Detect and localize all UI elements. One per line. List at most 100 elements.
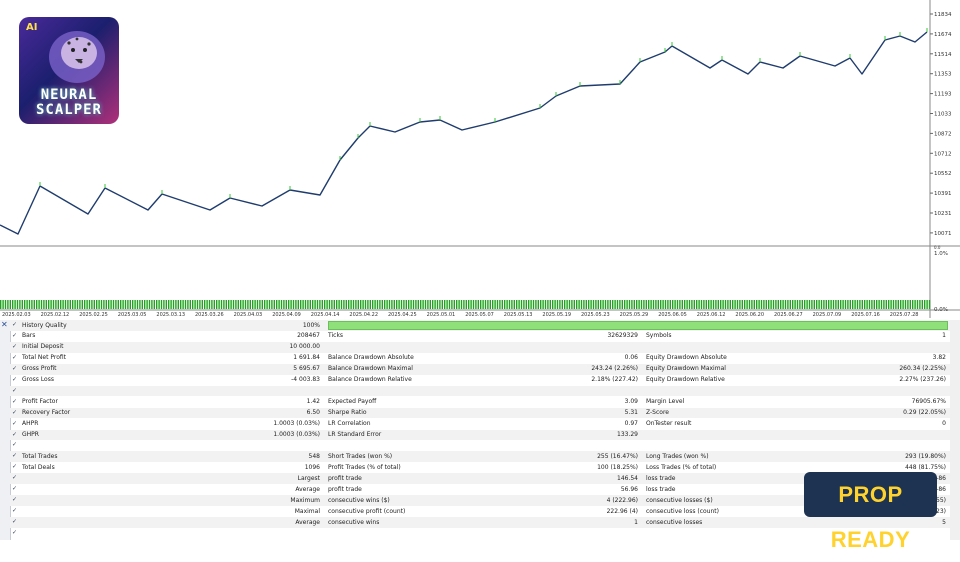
deposit-load-bar xyxy=(124,300,127,309)
deposit-load-bar xyxy=(849,300,851,309)
row-label-1: Gross Loss xyxy=(22,376,54,384)
deposit-load-bar xyxy=(854,300,856,309)
deposit-load-bar xyxy=(631,300,633,309)
deposit-load-bar xyxy=(86,300,88,309)
row-label-2: Balance Drawdown Absolute xyxy=(328,354,414,362)
deposit-load-bar xyxy=(96,300,98,309)
deposit-load-bar xyxy=(417,300,419,309)
scrollbar[interactable] xyxy=(950,320,960,540)
deposit-load-bar xyxy=(175,300,177,309)
row-label-2: consecutive wins xyxy=(328,518,380,526)
deposit-load-bar xyxy=(148,300,151,309)
deposit-load-bar xyxy=(381,300,383,309)
deposit-load-bar xyxy=(160,300,163,309)
deposit-load-bar xyxy=(612,300,614,309)
report-row: ✓ Gross Loss -4 003.83 Balance Drawdown Rel… xyxy=(10,375,950,386)
deposit-load-bar xyxy=(31,300,33,309)
deposit-load-bar xyxy=(559,300,561,309)
deposit-load-bar xyxy=(415,300,417,309)
deposit-load-bar xyxy=(177,300,179,309)
deposit-load-bar xyxy=(240,300,242,309)
deposit-load-bar xyxy=(163,300,165,309)
deposit-load-bar xyxy=(412,300,415,309)
close-icon[interactable]: ✕ xyxy=(1,320,8,329)
deposit-load-bar xyxy=(216,300,218,309)
deposit-load-bar xyxy=(876,300,878,309)
deposit-load-bar xyxy=(436,300,439,309)
row-label-3: Loss Trades (% of total) xyxy=(646,463,717,471)
deposit-load-bar xyxy=(828,300,830,309)
deposit-load-bar xyxy=(244,300,247,309)
deposit-load-bar xyxy=(756,300,758,309)
deposit-load-bar xyxy=(28,300,31,309)
row-value-2: 146.54 xyxy=(617,474,638,482)
deposit-load-bar xyxy=(523,300,525,309)
deposit-load-bar xyxy=(50,300,52,309)
deposit-load-bar xyxy=(518,300,520,309)
deposit-load-bar xyxy=(638,300,640,309)
deposit-load-bar xyxy=(818,300,820,309)
row-label-3: loss trade xyxy=(646,474,676,482)
deposit-load-bar xyxy=(811,300,813,309)
deposit-load-bar xyxy=(926,300,928,309)
deposit-load-bar xyxy=(856,300,859,309)
deposit-load-bar xyxy=(4,300,7,309)
deposit-load-bar xyxy=(686,300,688,309)
deposit-load-bar xyxy=(24,300,26,309)
deposit-load-bar xyxy=(616,300,619,309)
deposit-load-bar xyxy=(866,300,868,309)
row-label-2: consecutive profit (count) xyxy=(328,507,406,515)
deposit-load-bar xyxy=(40,300,43,309)
deposit-load-bar xyxy=(285,300,287,309)
row-label-3: Symbols xyxy=(646,332,672,340)
deposit-load-bar xyxy=(16,300,19,309)
deposit-load-bar xyxy=(724,300,727,309)
deposit-load-bar xyxy=(472,300,475,309)
deposit-load-bar xyxy=(568,300,571,309)
deposit-load-bar xyxy=(192,300,194,309)
deposit-load-bar xyxy=(266,300,268,309)
deposit-load-bar xyxy=(151,300,153,309)
deposit-load-bar xyxy=(36,300,38,309)
deposit-load-bar xyxy=(820,300,823,309)
deposit-load-bar xyxy=(367,300,369,309)
deposit-load-bar xyxy=(470,300,472,309)
deposit-load-bar xyxy=(451,300,453,309)
deposit-load-bar xyxy=(547,300,549,309)
deposit-load-bar xyxy=(232,300,235,309)
deposit-load-bar xyxy=(441,300,443,309)
deposit-load-bar xyxy=(751,300,753,309)
row-label-1: Total Deals xyxy=(22,463,55,471)
deposit-load-bar xyxy=(74,300,76,309)
deposit-load-bar xyxy=(103,300,105,309)
deposit-load-bar xyxy=(722,300,724,309)
deposit-load-bar xyxy=(508,300,511,309)
deposit-load-bar xyxy=(60,300,62,309)
deposit-load-bar xyxy=(602,300,604,309)
deposit-load-bar xyxy=(62,300,64,309)
deposit-load-bar xyxy=(784,300,787,309)
price-tick-label: 10712 xyxy=(934,151,952,157)
deposit-load-bar xyxy=(645,300,647,309)
deposit-load-bar xyxy=(379,300,381,309)
prop-ready-badge: PROP READY xyxy=(804,472,937,552)
deposit-load-bar xyxy=(578,300,580,309)
row-value-2: 3.09 xyxy=(624,398,638,406)
row-label-1: Recovery Factor xyxy=(22,409,71,417)
deposit-load-bar xyxy=(698,300,700,309)
report-row: ✓ Bars 208467 Ticks 32629329 Symbols 1 xyxy=(10,331,950,342)
deposit-load-bar xyxy=(398,300,400,309)
deposit-load-bar xyxy=(288,300,290,309)
deposit-load-bar xyxy=(912,300,914,309)
deposit-load-bar xyxy=(422,300,424,309)
deposit-load-bar xyxy=(460,300,463,309)
deposit-load-bar xyxy=(792,300,794,309)
deposit-load-bar xyxy=(727,300,729,309)
deposit-load-bar xyxy=(429,300,431,309)
chart-canvas: 11834 11674 11514 11353 11193 11033 10872 10712… xyxy=(0,0,960,318)
deposit-load-bar xyxy=(573,300,575,309)
balance-line xyxy=(0,31,928,235)
deposit-load-bar xyxy=(180,300,182,309)
deposit-load-bar xyxy=(712,300,715,309)
report-row: ✓ AHPR 1.0003 (0.03%) LR Correlation 0.97 OnT… xyxy=(10,419,950,430)
